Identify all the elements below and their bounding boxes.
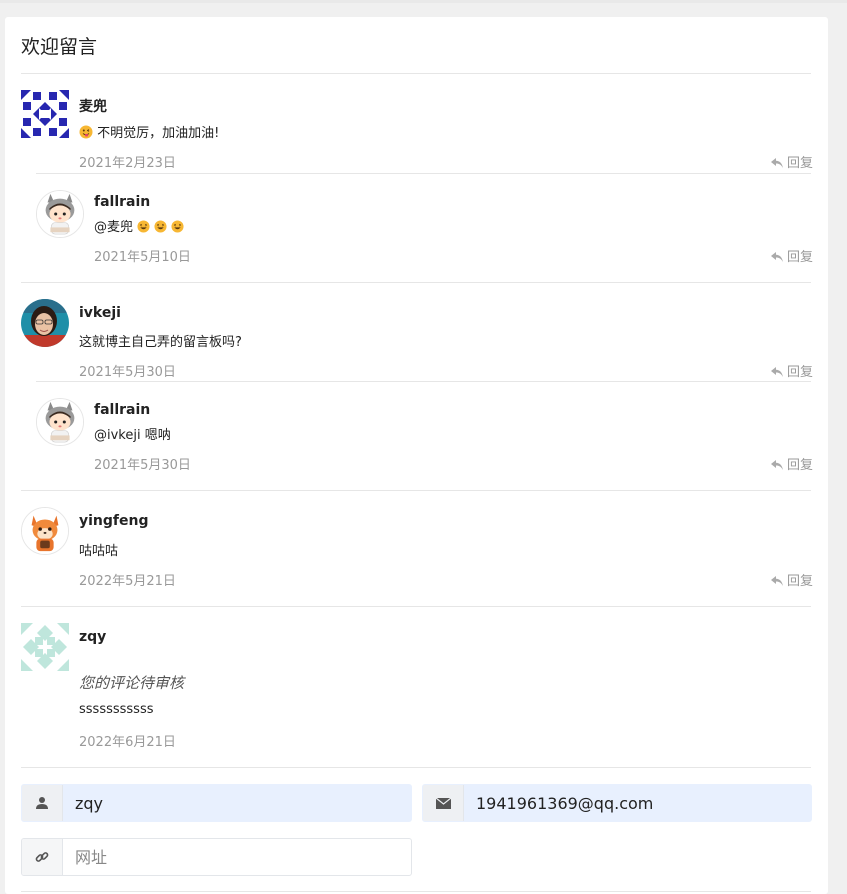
avatar[interactable] — [21, 299, 69, 347]
divider — [21, 606, 811, 607]
comment-text: sssssssssss — [79, 702, 154, 717]
reply-button[interactable]: 回复 — [771, 361, 813, 380]
comment-date: 2021年5月30日 — [94, 458, 191, 473]
reply-button[interactable]: 回复 — [771, 152, 813, 171]
email-input[interactable] — [464, 785, 811, 821]
divider — [21, 490, 811, 491]
divider — [36, 173, 811, 174]
divider — [36, 381, 811, 382]
top-border — [0, 0, 847, 3]
tongue-face-icon — [79, 125, 93, 143]
comment-date: 2021年5月10日 — [94, 250, 191, 265]
avatar[interactable] — [21, 623, 69, 671]
comment-text: 咕咕咕 — [79, 544, 119, 559]
comment-text: 这就博主自己弄的留言板吗? — [79, 335, 242, 350]
divider — [21, 282, 811, 283]
guestbook-card: 欢迎留言 麦兜 不明觉厉，加油加油! 2021年2月23日 回复 fallrai… — [5, 17, 828, 894]
divider — [21, 767, 811, 768]
comment-text: 不明觉厉，加油加油! — [79, 122, 219, 143]
comment-text: @麦兜 — [94, 216, 184, 237]
avatar[interactable] — [36, 190, 84, 238]
comment-text-content: @麦兜 — [94, 220, 134, 235]
comment-text-content: 不明觉厉，加油加油! — [97, 126, 220, 141]
laughing-face-icon — [137, 220, 150, 237]
user-icon — [22, 785, 63, 821]
avatar[interactable] — [36, 398, 84, 446]
laughing-face-icon — [171, 220, 184, 237]
email-field — [422, 784, 812, 822]
reply-icon — [771, 158, 783, 168]
reply-button[interactable]: 回复 — [771, 454, 813, 473]
comment-author: yingfeng — [79, 513, 149, 529]
avatar[interactable] — [21, 507, 69, 555]
comment-date: 2022年5月21日 — [79, 574, 176, 589]
cartoon-avatar-image — [37, 399, 83, 445]
reply-button[interactable]: 回复 — [771, 570, 813, 589]
divider — [21, 73, 811, 74]
comment-author: zqy — [79, 629, 107, 645]
reply-icon — [771, 367, 783, 377]
reply-icon — [771, 460, 783, 470]
comment-date: 2022年6月21日 — [79, 735, 176, 750]
avatar[interactable] — [21, 90, 69, 138]
page-title: 欢迎留言 — [21, 36, 98, 58]
comment-date: 2021年2月23日 — [79, 156, 176, 171]
reply-icon — [771, 576, 783, 586]
identicon-image — [21, 623, 69, 671]
reply-button[interactable]: 回复 — [771, 246, 813, 265]
comment-author: 麦兜 — [79, 99, 107, 115]
name-field — [21, 784, 412, 822]
name-input[interactable] — [63, 785, 411, 821]
comment-text: @ivkeji 嗯呐 — [94, 428, 171, 443]
identicon-image — [21, 90, 69, 138]
comment-date: 2021年5月30日 — [79, 365, 176, 380]
comment-author: fallrain — [94, 402, 151, 418]
laughing-face-icon — [154, 220, 167, 237]
moderation-notice: 您的评论待审核 — [79, 674, 185, 692]
envelope-icon — [423, 785, 464, 821]
comment-author: fallrain — [94, 194, 151, 210]
divider — [21, 891, 811, 892]
fox-avatar-image — [22, 508, 68, 554]
link-icon — [22, 839, 63, 875]
comment-author: ivkeji — [79, 305, 121, 321]
photo-avatar-image — [21, 299, 69, 347]
cartoon-avatar-image — [37, 191, 83, 237]
reply-icon — [771, 252, 783, 262]
url-field — [21, 838, 412, 876]
url-input[interactable] — [63, 839, 411, 875]
